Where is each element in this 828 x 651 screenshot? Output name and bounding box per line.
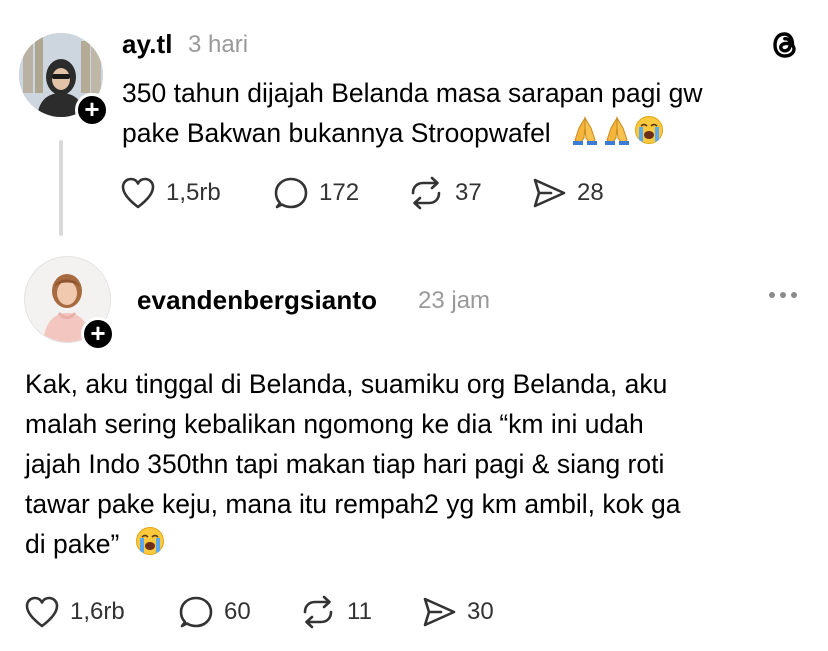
like-count: 1,5rb [166,179,221,206]
reply-time: 23 jam [418,287,491,314]
post-text: 350 tahun dijajah Belanda masa sarapan p… [122,73,702,157]
follow-plus-icon[interactable]: + [81,317,115,351]
repost-button[interactable]: 37 [407,176,482,210]
heart-icon [25,596,59,628]
reply-text-line: jajah Indo 350thn tapi makan tiap hari p… [25,449,665,479]
post-text-line: pake Bakwan bukannya Stroopwafel [122,118,551,148]
post-text-line: 350 tahun dijajah Belanda masa sarapan p… [122,78,703,108]
send-icon [533,178,566,208]
share-count: 30 [467,598,494,625]
comment-bubble-icon [179,596,213,628]
repost-count: 11 [347,598,372,625]
comment-bubble-icon [274,177,308,209]
threads-logo-icon[interactable] [768,28,802,62]
follow-plus-icon[interactable]: + [75,93,109,127]
folded-hands-emoji [570,114,600,157]
heart-icon [121,177,155,209]
more-options-icon[interactable] [769,292,797,298]
reply-text-line: di pake” [25,529,120,559]
post-text-line-with-emoji: pake Bakwan bukannya Stroopwafel [122,113,702,157]
reply-text-line: tawar pake keju, mana itu rempah2 yg km … [25,489,681,519]
share-button[interactable]: 30 [421,595,494,629]
post-username[interactable]: ay.tl [122,29,173,60]
reply-count: 172 [319,179,360,206]
reply-text-line-with-emoji: di pake” [25,524,680,567]
reply-button[interactable]: 60 [178,595,251,629]
thread-connector-line [59,140,63,236]
reply-button[interactable]: 172 [273,176,359,210]
repost-icon [411,176,441,210]
folded-hands-emoji [602,114,632,157]
reply-username[interactable]: evandenbergsianto [137,285,377,316]
post-time: 3 hari [188,31,249,58]
loudly-crying-face-emoji [634,115,664,156]
loudly-crying-face-emoji [135,526,165,567]
repost-icon [303,595,333,629]
reply-text-line: Kak, aku tinggal di Belanda, suamiku org… [25,369,668,399]
share-count: 28 [577,179,604,206]
repost-button[interactable]: 11 [299,595,372,629]
like-button[interactable]: 1,5rb [120,176,221,210]
like-count: 1,6rb [70,598,125,625]
reply-text-line: malah sering kebalikan ngomong ke dia “k… [25,409,644,439]
like-button[interactable]: 1,6rb [24,595,125,629]
repost-count: 37 [455,179,482,206]
reply-count: 60 [224,598,251,625]
share-button[interactable]: 28 [531,176,604,210]
send-icon [423,597,456,627]
reply-text: Kak, aku tinggal di Belanda, suamiku org… [25,364,680,567]
